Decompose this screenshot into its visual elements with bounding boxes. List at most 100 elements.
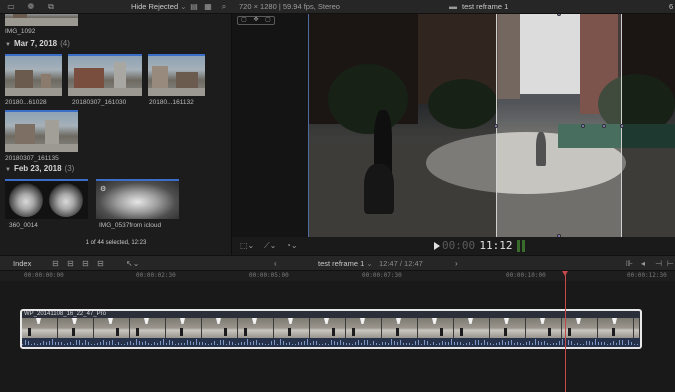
timeline-project-title[interactable]: test reframe 1 ⌄	[318, 259, 373, 268]
waveform-bar	[610, 343, 611, 345]
project-icon: ▬	[449, 2, 457, 11]
waveform-bar	[46, 341, 47, 345]
waveform-bar	[190, 341, 191, 345]
date-group-header[interactable]: ▼ Mar 7, 2018 (4)	[5, 39, 70, 48]
forward-arrow-icon[interactable]: ›	[455, 259, 458, 268]
photos-icon[interactable]: ❁	[26, 2, 36, 11]
disclosure-triangle-icon[interactable]: ▼	[5, 42, 11, 48]
waveform-bar	[250, 341, 251, 345]
waveform-bar	[352, 343, 353, 345]
video-frame[interactable]	[308, 14, 675, 237]
titles-icon[interactable]: ⧉	[46, 2, 56, 11]
waveform-bar	[394, 341, 395, 345]
viewer-overlay-controls[interactable]: ▢ ✥ ▢	[237, 16, 275, 25]
project-name: test reframe 1	[318, 259, 365, 268]
speed-icon[interactable]: ◔⌄	[286, 241, 298, 250]
filmstrip-frame	[22, 318, 58, 340]
waveform-bar	[85, 340, 86, 345]
waveform-bar	[34, 342, 35, 345]
clip-appearance-icon[interactable]: ▤	[189, 2, 199, 11]
connect-clip-icon[interactable]: ⊟	[52, 259, 59, 268]
waveform-bar	[262, 342, 263, 345]
library-icon[interactable]: ▭	[6, 2, 16, 11]
enhance-icon[interactable]: ⟋⌄	[264, 241, 276, 251]
crop-tool-icon[interactable]: ⬚⌄	[240, 241, 254, 250]
waveform-bar	[520, 343, 521, 345]
filmstrip-icon[interactable]: ▦	[203, 2, 213, 11]
waveform-bar	[136, 339, 137, 345]
waveform-bar	[133, 342, 134, 345]
waveform-bar	[355, 342, 356, 345]
filmstrip-frame	[310, 318, 346, 340]
waveform-bar	[340, 339, 341, 345]
timeline-clip[interactable]: WP_20141108_16_22_47_Pro	[20, 309, 642, 349]
crop-handle[interactable]	[602, 124, 606, 128]
play-button[interactable]	[434, 242, 440, 250]
waveform-bar	[325, 342, 326, 345]
timeline-ruler[interactable]: 00:00:00:00 00:00:02:30 00:00:05:00 00:0…	[0, 271, 675, 281]
playhead-handle[interactable]	[562, 271, 568, 276]
waveform-bar	[268, 343, 269, 345]
ruler-tick-label: 00:00:02:30	[136, 272, 176, 279]
waveform-bar	[148, 343, 149, 345]
waveform-bar	[607, 343, 608, 345]
waveform-bar	[466, 343, 467, 345]
square-icon[interactable]: ▢	[262, 17, 274, 24]
insert-clip-icon[interactable]: ⊟	[67, 259, 74, 268]
snapping-icon[interactable]: ⊢	[667, 259, 674, 268]
audio-meter	[517, 240, 520, 252]
waveform-bar	[637, 343, 638, 345]
timecode-display[interactable]: 00:00 11:12	[442, 239, 512, 252]
waveform-bar	[28, 340, 29, 345]
search-icon[interactable]: ⌕	[219, 2, 229, 11]
overwrite-clip-icon[interactable]: ⊟	[97, 259, 104, 268]
waveform-bar	[397, 341, 398, 345]
waveform-bar	[364, 340, 365, 345]
disclosure-triangle-icon[interactable]: ▼	[5, 167, 11, 173]
filter-dropdown[interactable]: Hide Rejected ⌄	[131, 2, 187, 11]
crop-handle[interactable]	[494, 124, 498, 128]
audio-skimming-icon[interactable]: ◂	[641, 259, 645, 268]
waveform-bar	[502, 339, 503, 345]
filmstrip-frame	[274, 318, 310, 340]
waveform-bar	[274, 340, 275, 345]
waveform-bar	[226, 343, 227, 345]
back-arrow-icon[interactable]: ‹	[274, 259, 277, 268]
crop-handle[interactable]	[620, 124, 624, 128]
waveform-bar	[346, 342, 347, 345]
waveform-bar	[103, 339, 104, 345]
filmstrip-frame	[130, 318, 166, 340]
waveform-bar	[301, 342, 302, 345]
waveform-bar	[199, 342, 200, 345]
solo-icon[interactable]: ⊣	[655, 259, 662, 268]
crop-handle[interactable]	[581, 124, 585, 128]
playhead[interactable]	[565, 271, 566, 392]
timeline-panel[interactable]: WP_20141108_16_22_47_Pro	[0, 281, 675, 392]
date-group-header[interactable]: ▼ Feb 23, 2018 (3)	[5, 164, 74, 173]
transform-icon[interactable]: ✥	[250, 17, 262, 24]
waveform-bar	[79, 340, 80, 345]
waveform-bar	[109, 340, 110, 345]
waveform-bar	[58, 341, 59, 345]
waveform-bar	[67, 343, 68, 345]
waveform-bar	[547, 343, 548, 345]
waveform-bar	[454, 342, 455, 345]
waveform-bar	[415, 341, 416, 345]
waveform-bar	[331, 340, 332, 345]
select-tool-icon[interactable]: ↖⌄	[126, 259, 139, 268]
waveform-bar	[286, 342, 287, 345]
waveform-bar	[472, 343, 473, 345]
index-button[interactable]: Index	[13, 259, 31, 268]
clip-appearance-icon[interactable]: ⊪	[626, 259, 633, 268]
waveform-bar	[97, 343, 98, 345]
zoom-value[interactable]: 6	[669, 2, 673, 11]
waveform-bar	[328, 343, 329, 345]
append-clip-icon[interactable]: ⊟	[82, 259, 89, 268]
filter-label: Hide Rejected	[131, 2, 179, 11]
waveform-bar	[115, 343, 116, 345]
waveform-bar	[361, 342, 362, 345]
waveform-bar	[484, 339, 485, 345]
waveform-bar	[160, 340, 161, 345]
waveform-bar	[172, 340, 173, 345]
square-icon[interactable]: ▢	[238, 17, 250, 24]
